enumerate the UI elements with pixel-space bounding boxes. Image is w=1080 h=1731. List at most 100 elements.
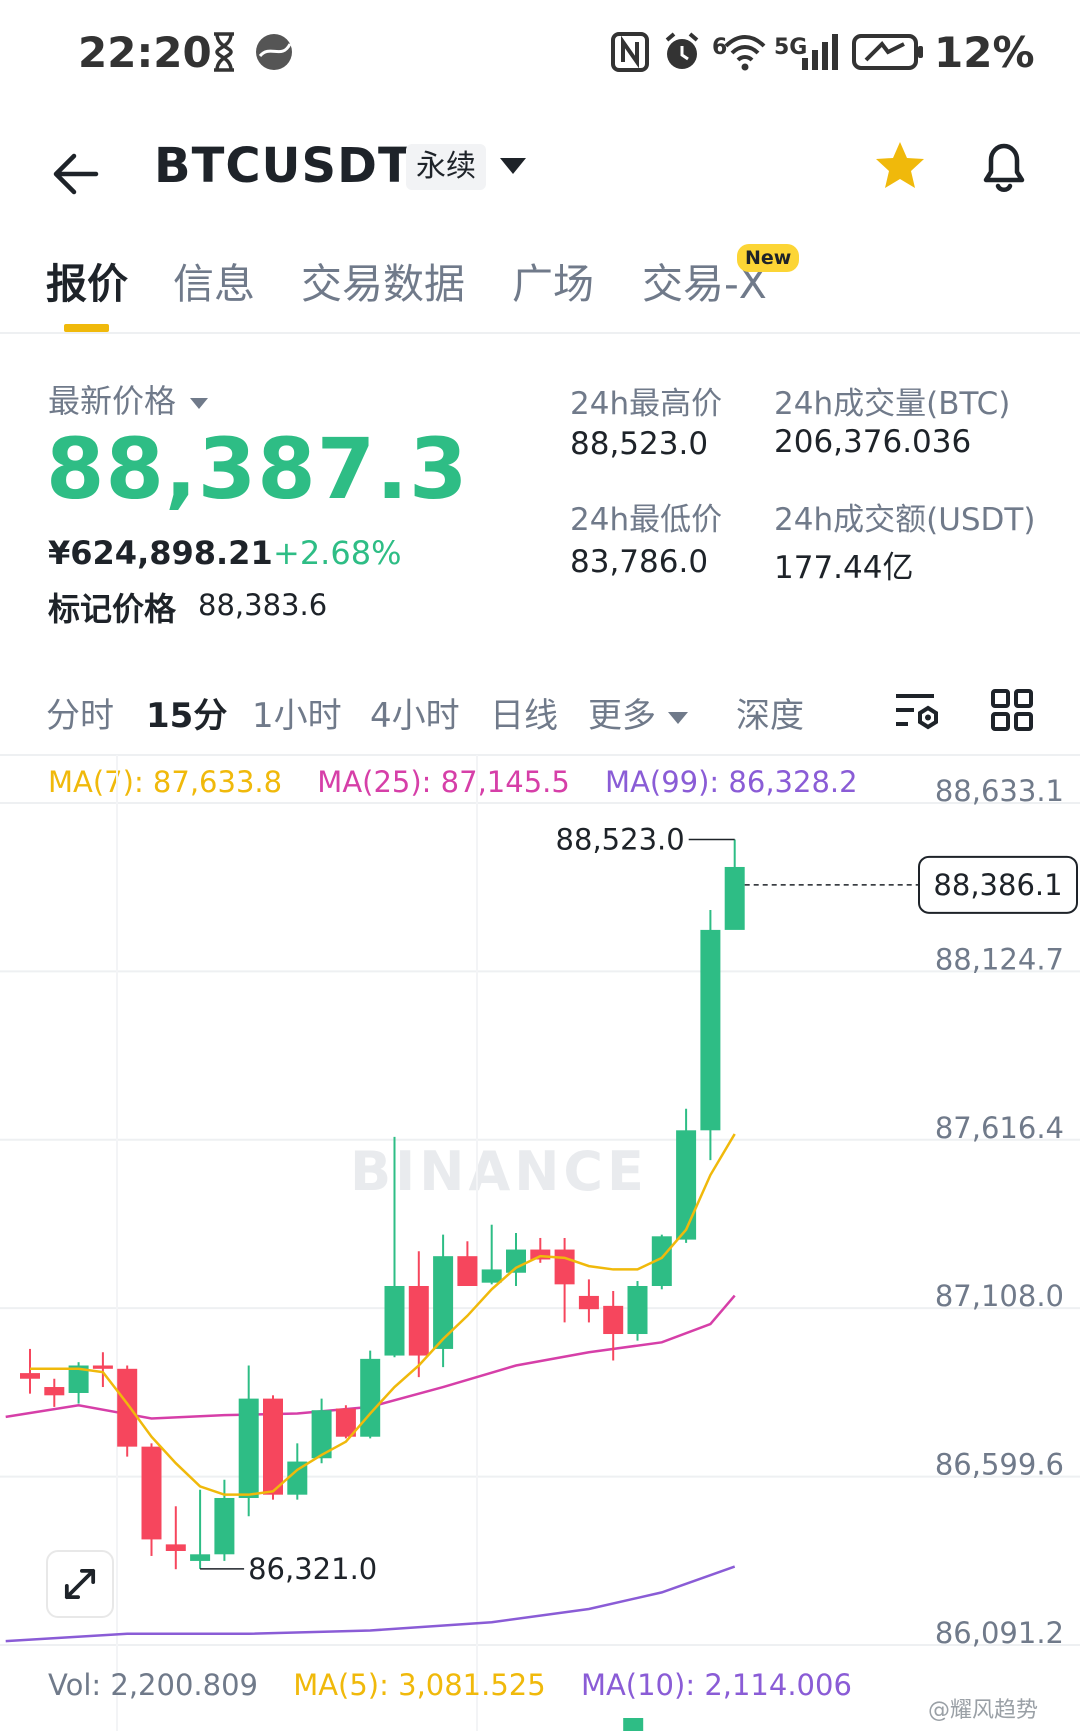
candle-body: [651, 1236, 672, 1286]
candle: [335, 1405, 356, 1439]
battery-percent: 12%: [934, 28, 1035, 77]
candle: [190, 1489, 211, 1569]
candle: [68, 1362, 89, 1404]
dropdown-icon[interactable]: [500, 158, 526, 174]
ma25-legend: MA(25): 87,145.5: [317, 765, 570, 799]
signal-icon: [802, 34, 838, 70]
active-tab-indicator: [64, 324, 109, 332]
interval-1h[interactable]: 1小时: [252, 688, 342, 737]
volume-ma10: MA(10): 2,114.006: [580, 1668, 852, 1702]
candle-body: [506, 1249, 526, 1273]
interval-4h[interactable]: 4小时: [370, 688, 460, 737]
candle: [165, 1506, 186, 1570]
high-annotation: 88,523.0: [556, 822, 685, 856]
cny-price: ¥624,898.21: [48, 534, 273, 572]
volume-legend: Vol: 2,200.809 MA(5): 3,081.525 MA(10): …: [48, 1668, 878, 1702]
symbol-title[interactable]: BTCUSDT: [154, 138, 412, 194]
globe-icon: [256, 34, 292, 70]
mark-price: 88,383.6: [198, 588, 328, 622]
nfc-icon: [611, 32, 649, 72]
back-arrow-icon[interactable]: [48, 146, 104, 202]
current-price-label: 88,386.1: [933, 868, 1062, 902]
high-value: 88,523.0: [570, 426, 709, 462]
candle-body: [20, 1373, 40, 1379]
candle-body: [263, 1398, 283, 1495]
vol-btc-label: 24h成交量(BTC): [774, 386, 1011, 422]
candle-body: [287, 1461, 308, 1495]
candle-body: [408, 1285, 429, 1356]
candle-body: [238, 1398, 259, 1498]
candle-body: [627, 1285, 648, 1335]
candle: [408, 1251, 429, 1378]
candle: [676, 1108, 697, 1243]
price-summary: 最新价格 88,387.3 ¥624,898.21 +2.68% 标记价格 88…: [0, 360, 1080, 640]
candle: [117, 1365, 138, 1457]
candle-body: [165, 1544, 186, 1551]
interval-daily[interactable]: 日线: [490, 688, 558, 737]
y-axis: 88,633.1 88,124.7 87,616.4 87,108.0 86,599.6…: [935, 774, 1064, 1650]
candle-body: [68, 1365, 89, 1393]
grid-layout-icon[interactable]: [990, 688, 1034, 732]
candle-body: [384, 1285, 405, 1356]
hourglass-icon: [214, 32, 234, 72]
vol-btc-value: 206,376.036: [774, 424, 972, 460]
candle: [554, 1237, 575, 1323]
ma-legend: MA(7): 87,633.8 MA(25): 87,145.5 MA(99):…: [48, 765, 884, 809]
interval-15m[interactable]: 15分: [146, 688, 227, 737]
star-icon[interactable]: [872, 138, 928, 194]
status-bar: 22:20 6 5G 12%: [0, 0, 1080, 105]
chart-grid: [0, 755, 1080, 1731]
y-tick-label: 88,124.7: [935, 942, 1064, 976]
ma25-polyline: [5, 1294, 736, 1420]
contract-type-badge: 永续: [406, 144, 486, 190]
candle-body: [311, 1410, 332, 1459]
main-tabs: 报价 信息 交易数据 广场 交易-X New: [0, 240, 1080, 334]
candle: [627, 1281, 648, 1341]
wifi-icon: [724, 35, 766, 71]
expand-chart-button[interactable]: [46, 1550, 114, 1618]
interval-bar: 分时 15分 1小时 4小时 日线 更多 深度: [0, 680, 1080, 756]
interval-time-share[interactable]: 分时: [46, 688, 114, 737]
tab-info[interactable]: 信息: [173, 250, 255, 310]
chevron-down-icon: [668, 711, 688, 724]
watermark: BINANCE: [350, 1140, 648, 1203]
last-price: 88,387.3: [46, 420, 469, 518]
last-price-label[interactable]: 最新价格: [48, 376, 209, 422]
candle-body: [335, 1408, 356, 1437]
low-label: 24h最低价: [570, 502, 723, 538]
candle-body: [190, 1554, 211, 1561]
tab-quote[interactable]: 报价: [46, 250, 128, 310]
bell-icon[interactable]: [976, 136, 1032, 196]
battery-charging-icon: [852, 34, 923, 70]
annotations: 88,523.0 86,321.0 88,386.1: [200, 822, 1078, 1731]
candle: [360, 1350, 381, 1439]
candle: [92, 1352, 113, 1388]
candle-body: [92, 1365, 113, 1369]
ma25-line: [5, 1294, 736, 1420]
candle: [651, 1234, 672, 1290]
mark-price-label: 标记价格: [48, 590, 177, 628]
candle-body: [44, 1387, 65, 1396]
candle-body: [700, 929, 721, 1131]
tab-trading-data[interactable]: 交易数据: [301, 250, 465, 310]
current-price-box: [918, 855, 1078, 914]
candles: [20, 839, 745, 1570]
chevron-down-icon: [190, 397, 209, 409]
candle-body: [530, 1249, 551, 1260]
volume-value: Vol: 2,200.809: [48, 1668, 258, 1702]
ma99-legend: MA(99): 86,328.2: [605, 765, 858, 799]
expand-icon: [64, 1568, 96, 1600]
candle-body: [603, 1305, 624, 1335]
interval-depth[interactable]: 深度: [736, 688, 804, 737]
chart-settings-icon[interactable]: [894, 688, 942, 734]
candle-body: [554, 1249, 575, 1285]
volume-bar: [623, 1718, 644, 1731]
candle: [20, 1348, 40, 1394]
candle: [578, 1279, 599, 1323]
y-tick-label: 88,633.1: [935, 774, 1064, 808]
candle-body: [481, 1269, 502, 1283]
tab-square[interactable]: 广场: [512, 250, 594, 310]
candle: [724, 839, 745, 930]
candle-body: [433, 1256, 454, 1349]
interval-more[interactable]: 更多: [588, 688, 688, 737]
